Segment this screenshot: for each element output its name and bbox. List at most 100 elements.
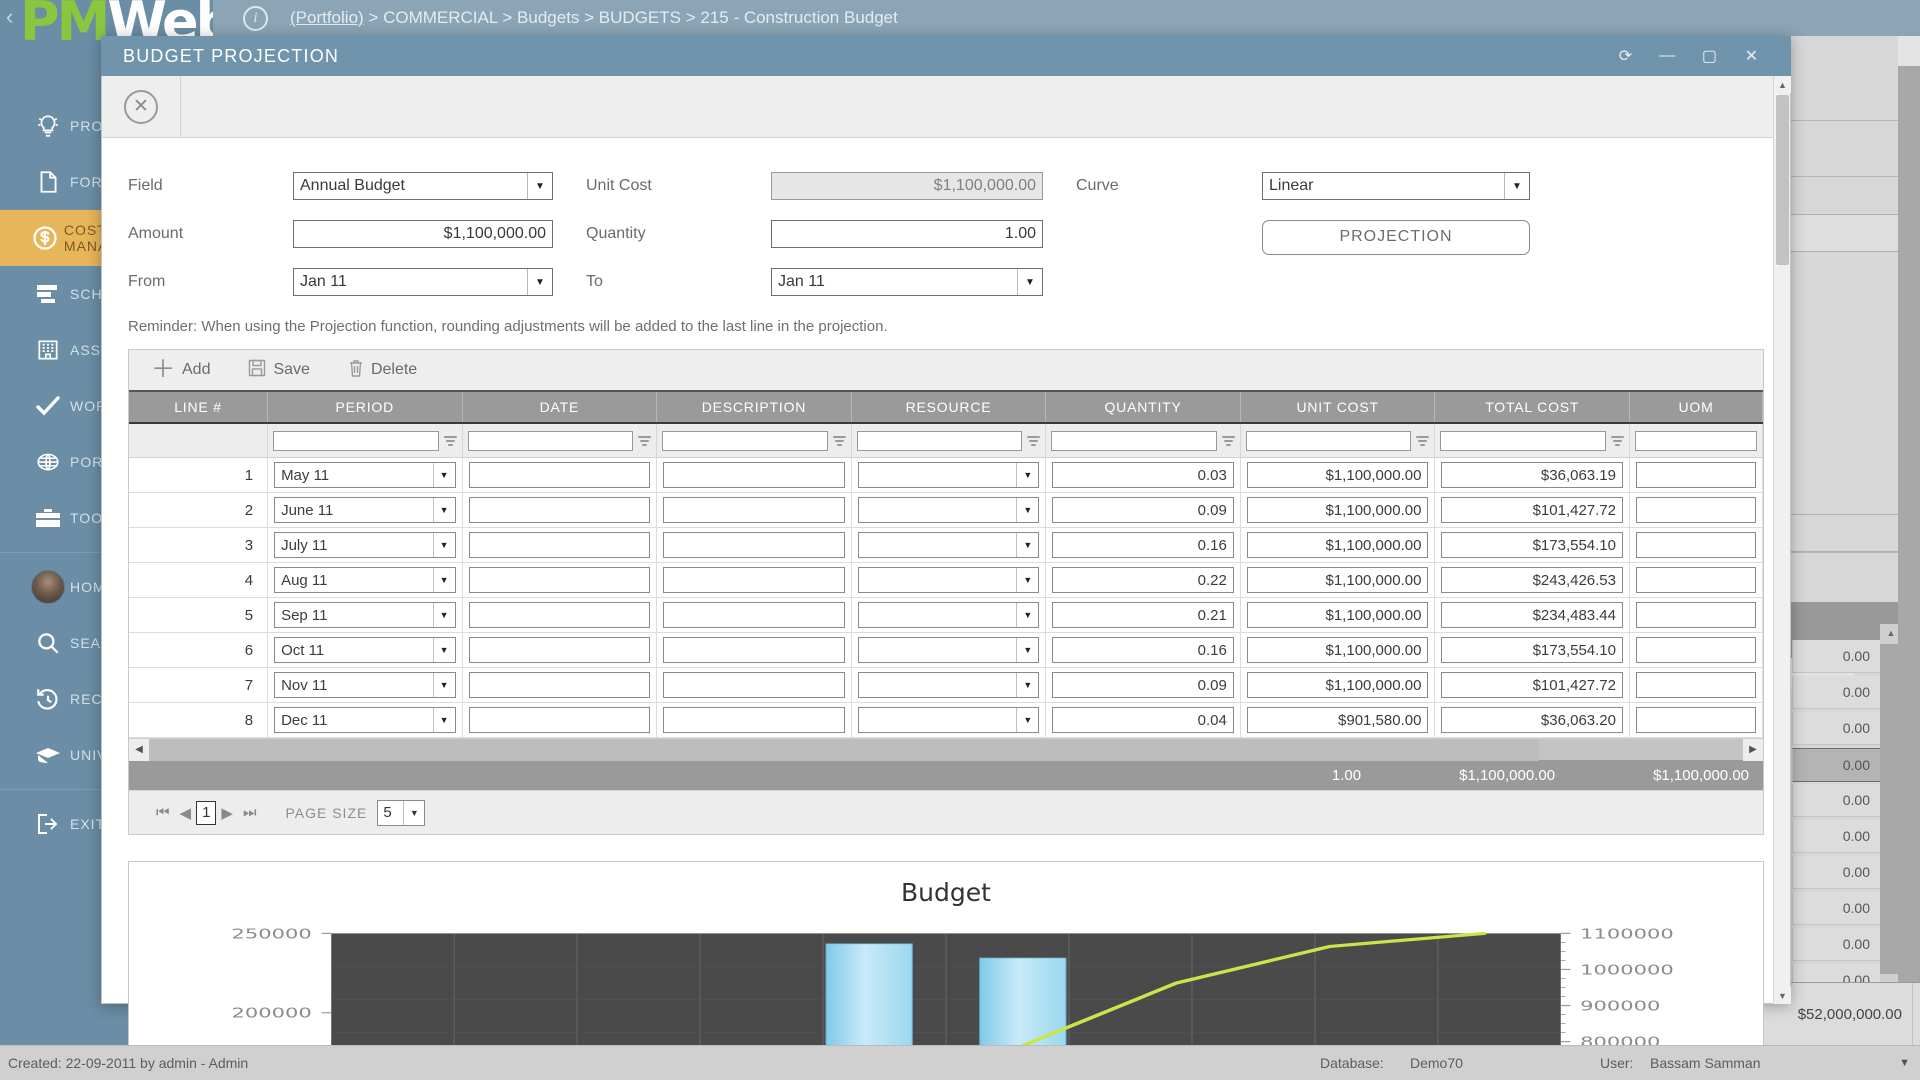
unit-cost-input[interactable]: $1,100,000.00 <box>1246 497 1429 523</box>
description-input[interactable] <box>663 532 845 558</box>
filter-cell-uom[interactable] <box>1630 424 1763 457</box>
unit-cost-input[interactable]: $1,100,000.00 <box>1246 462 1429 488</box>
quantity-input[interactable]: 0.09 <box>1052 672 1234 698</box>
app-logo[interactable]: ‹ PMWeb® <box>0 0 244 53</box>
grid-horizontal-scrollbar[interactable]: ◀ ▶ <box>129 738 1763 761</box>
column-header-description[interactable]: DESCRIPTION <box>657 392 852 422</box>
column-header-uom[interactable]: UOM <box>1630 392 1764 422</box>
cell-quantity[interactable]: 0.09 <box>1046 668 1241 702</box>
cell-date[interactable] <box>463 493 658 527</box>
cell-resource[interactable]: ▼ <box>852 633 1047 667</box>
cell-period[interactable]: Aug 11 ▼ <box>268 563 463 597</box>
chevron-down-icon[interactable]: ▼ <box>1016 463 1038 487</box>
next-page-icon[interactable]: ▶ <box>221 804 233 822</box>
cell-date[interactable] <box>463 668 658 702</box>
filter-cell-quantity[interactable] <box>1046 424 1241 457</box>
last-page-icon[interactable]: ⏭ <box>243 804 257 821</box>
cell-resource[interactable]: ▼ <box>852 703 1047 737</box>
total-cost-input[interactable]: $36,063.20 <box>1441 707 1623 733</box>
chevron-down-icon[interactable]: ▼ <box>432 638 455 662</box>
amount-field[interactable]: $1,100,000.00 <box>293 220 553 248</box>
scroll-left-icon[interactable]: ◀ <box>129 738 149 761</box>
cell-uom[interactable] <box>1630 563 1764 597</box>
chevron-down-icon[interactable]: ▼ <box>432 463 455 487</box>
filter-cell-resource[interactable] <box>852 424 1047 457</box>
date-input[interactable] <box>468 637 651 663</box>
date-input[interactable] <box>468 567 651 593</box>
cell-quantity[interactable]: 0.16 <box>1046 528 1241 562</box>
dialog-scroll-thumb[interactable] <box>1776 95 1789 265</box>
uom-input[interactable] <box>1636 637 1757 663</box>
table-row[interactable]: 5 Sep 11 ▼ ▼ 0.21 $1,100,000.00 $234,483.44 <box>129 598 1764 633</box>
cell-uom[interactable] <box>1630 668 1764 702</box>
description-input[interactable] <box>663 707 845 733</box>
cell-period[interactable]: Nov 11 ▼ <box>268 668 463 702</box>
filter-icon[interactable] <box>1610 435 1624 446</box>
unit-cost-input[interactable]: $1,100,000.00 <box>1246 567 1429 593</box>
resource-select[interactable]: ▼ <box>857 707 1040 733</box>
cell-total-cost[interactable]: $173,554.10 <box>1435 633 1630 667</box>
cell-description[interactable] <box>657 668 852 702</box>
chevron-down-icon[interactable]: ▼ <box>432 708 455 732</box>
quantity-input[interactable]: 0.21 <box>1052 602 1234 628</box>
total-cost-input[interactable]: $173,554.10 <box>1441 532 1623 558</box>
table-row[interactable]: 3 July 11 ▼ ▼ 0.16 $1,100,000.00 $173,554.10 <box>129 528 1764 563</box>
resource-select[interactable]: ▼ <box>857 602 1040 628</box>
from-select[interactable]: Jan 11 ▼ <box>293 268 553 296</box>
column-header-resource[interactable]: RESOURCE <box>852 392 1047 422</box>
dialog-vertical-scrollbar[interactable]: ▲ ▼ <box>1773 76 1791 1004</box>
table-row[interactable]: 2 June 11 ▼ ▼ 0.09 $1,100,000.00 $101,427.72 <box>129 493 1764 528</box>
cell-uom[interactable] <box>1630 703 1764 737</box>
cell-unit-cost[interactable]: $1,100,000.00 <box>1241 458 1436 492</box>
chevron-down-icon[interactable]: ▼ <box>432 568 455 592</box>
resource-select[interactable]: ▼ <box>857 637 1040 663</box>
cell-total-cost[interactable]: $101,427.72 <box>1435 668 1630 702</box>
minimize-icon[interactable]: — <box>1647 47 1689 65</box>
date-input[interactable] <box>468 672 651 698</box>
quantity-input[interactable]: 0.03 <box>1052 462 1234 488</box>
cell-date[interactable] <box>463 703 658 737</box>
filter-input[interactable] <box>856 430 1023 451</box>
filter-icon[interactable] <box>1027 435 1041 446</box>
cell-period[interactable]: Dec 11 ▼ <box>268 703 463 737</box>
chevron-down-icon[interactable]: ▼ <box>432 533 455 557</box>
cell-uom[interactable] <box>1630 633 1764 667</box>
chevron-down-icon[interactable]: ▼ <box>1016 673 1038 697</box>
refresh-icon[interactable]: ⟳ <box>1605 46 1647 66</box>
cell-description[interactable] <box>657 458 852 492</box>
period-select[interactable]: May 11 ▼ <box>274 462 456 488</box>
cell-unit-cost[interactable]: $1,100,000.00 <box>1241 633 1436 667</box>
description-input[interactable] <box>663 672 845 698</box>
quantity-input[interactable]: 0.04 <box>1052 707 1234 733</box>
table-row[interactable]: 6 Oct 11 ▼ ▼ 0.16 $1,100,000.00 $173,554.10 <box>129 633 1764 668</box>
add-button[interactable]: ＋ Add <box>151 358 210 382</box>
table-row[interactable]: 8 Dec 11 ▼ ▼ 0.04 $901,580.00 $36,063.20 <box>129 703 1764 738</box>
cell-description[interactable] <box>657 563 852 597</box>
column-header-line[interactable]: LINE # <box>129 392 268 422</box>
cell-uom[interactable] <box>1630 493 1764 527</box>
chevron-down-icon[interactable]: ▼ <box>1017 269 1042 295</box>
chevron-down-icon[interactable]: ▼ <box>1016 603 1038 627</box>
prev-page-icon[interactable]: ◀ <box>180 804 192 822</box>
chevron-down-icon[interactable]: ▼ <box>527 269 552 295</box>
unit-cost-input[interactable]: $901,580.00 <box>1246 707 1429 733</box>
dialog-titlebar[interactable]: BUDGET PROJECTION ⟳ — ▢ ✕ <box>101 36 1791 76</box>
cell-period[interactable]: Oct 11 ▼ <box>268 633 463 667</box>
chevron-down-icon[interactable]: ▼ <box>527 173 552 199</box>
cell-uom[interactable] <box>1630 528 1764 562</box>
cell-quantity[interactable]: 0.22 <box>1046 563 1241 597</box>
cell-date[interactable] <box>463 598 658 632</box>
cell-resource[interactable]: ▼ <box>852 528 1047 562</box>
column-header-period[interactable]: PERIOD <box>268 392 463 422</box>
period-select[interactable]: Nov 11 ▼ <box>274 672 456 698</box>
date-input[interactable] <box>468 462 651 488</box>
cell-quantity[interactable]: 0.04 <box>1046 703 1241 737</box>
total-cost-input[interactable]: $243,426.53 <box>1441 567 1623 593</box>
cell-description[interactable] <box>657 633 852 667</box>
close-icon[interactable]: ✕ <box>1731 46 1773 66</box>
resource-select[interactable]: ▼ <box>857 672 1040 698</box>
scroll-up-icon[interactable]: ▲ <box>1774 76 1791 93</box>
description-input[interactable] <box>663 497 845 523</box>
unit-cost-input[interactable]: $1,100,000.00 <box>1246 532 1429 558</box>
cell-total-cost[interactable]: $243,426.53 <box>1435 563 1630 597</box>
